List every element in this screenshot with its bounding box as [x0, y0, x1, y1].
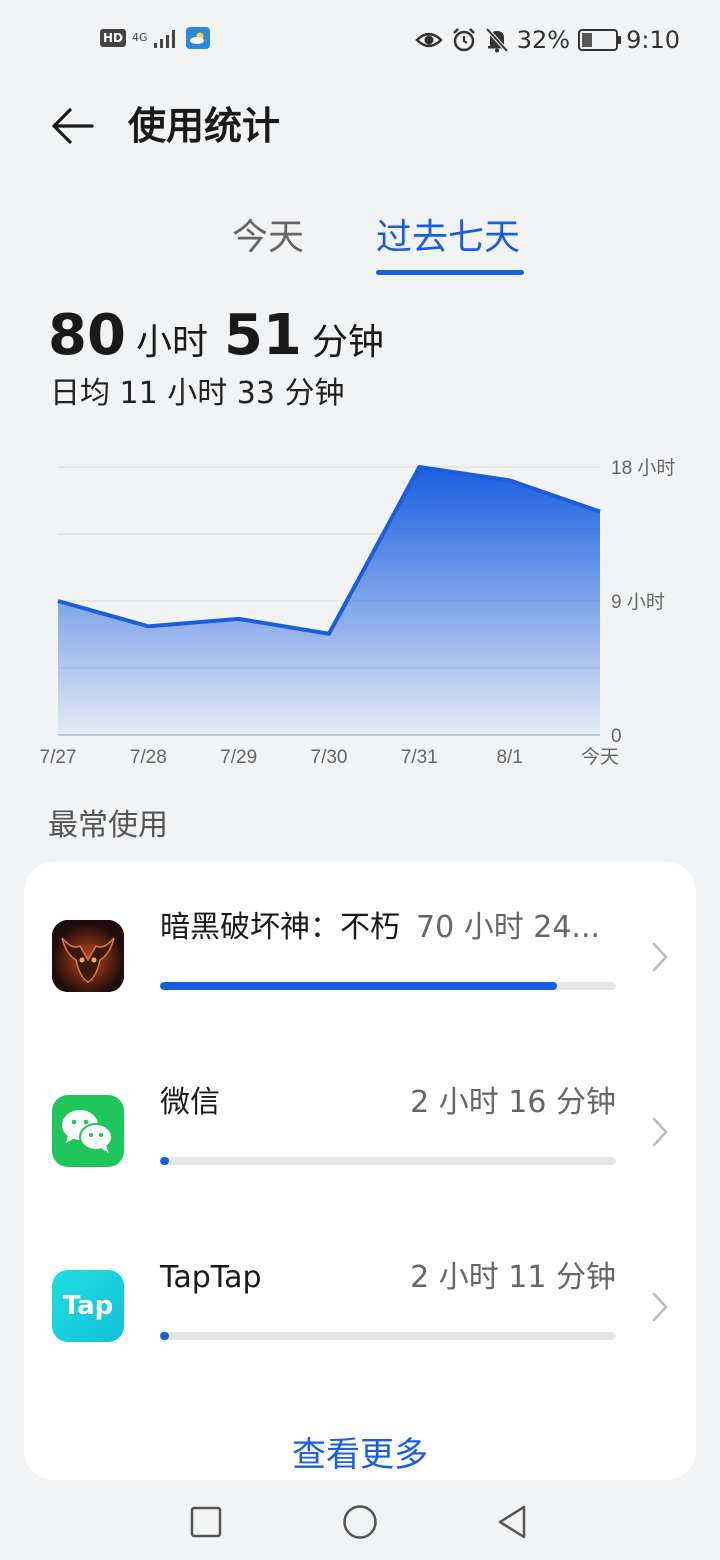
- back-triangle-icon[interactable]: [490, 1500, 534, 1544]
- battery-percent: 32%: [516, 26, 571, 54]
- daily-average: 日均 11 小时 33 分钟: [50, 376, 345, 411]
- app-usage-time: 2 小时 11 分钟: [410, 1260, 616, 1295]
- weather-icon: [185, 27, 210, 49]
- y-tick-label: 9 小时: [611, 591, 665, 613]
- app-row-taptap[interactable]: Tap TapTap 2 小时 11 分钟: [24, 1232, 696, 1392]
- app-row-wechat[interactable]: 微信 2 小时 16 分钟: [24, 1057, 696, 1217]
- taptap-icon: Tap: [52, 1270, 124, 1342]
- page-title: 使用统计: [128, 104, 281, 148]
- active-tab-indicator: [376, 270, 524, 275]
- app-name: TapTap: [160, 1260, 262, 1295]
- x-tick-label: 7/28: [130, 747, 167, 768]
- network-type: 4G: [132, 31, 148, 44]
- y-tick-label: 0: [611, 726, 622, 747]
- usage-progress-bar: [160, 982, 616, 990]
- chevron-right-icon: [650, 1290, 670, 1324]
- app-name: 暗黑破坏神：不朽: [160, 910, 400, 945]
- app-name: 微信: [160, 1085, 220, 1120]
- home-circle-icon[interactable]: [338, 1500, 382, 1544]
- wechat-icon: [52, 1095, 124, 1167]
- x-tick-label: 今天: [581, 746, 619, 768]
- period-tabs: 今天 过去七天: [0, 210, 720, 280]
- usage-statistics-screen: HD 4G 32% 9:10 使用统计 今天 过去七天 80 小时 51 分钟 …: [0, 0, 720, 1560]
- chevron-right-icon: [650, 1115, 670, 1149]
- most-used-title: 最常使用: [48, 808, 168, 843]
- x-tick-label: 7/29: [220, 747, 257, 768]
- chevron-right-icon: [650, 940, 670, 974]
- minutes-unit: 分钟: [311, 322, 384, 363]
- hd-badge: HD: [100, 29, 127, 47]
- usage-progress-bar: [160, 1332, 616, 1340]
- app-usage-time: 70 小时 24...: [416, 910, 601, 945]
- x-tick-label: 7/30: [311, 747, 348, 768]
- status-right: 32% 9:10: [414, 26, 680, 54]
- hours-unit: 小时: [135, 322, 208, 363]
- diablo-immortal-icon: [52, 920, 124, 992]
- battery-icon: [578, 29, 622, 51]
- usage-progress-fill: [160, 1332, 170, 1340]
- usage-progress-fill: [160, 1157, 170, 1165]
- y-tick-label: 18 小时: [611, 457, 675, 479]
- status-bar: HD 4G 32% 9:10: [0, 0, 720, 84]
- total-minutes: 51: [223, 303, 302, 368]
- app-row-diablo[interactable]: 暗黑破坏神：不朽 70 小时 24...: [24, 882, 696, 1042]
- battery-level: [582, 33, 592, 47]
- usage-progress-fill: [160, 982, 557, 990]
- tab-past-seven-days[interactable]: 过去七天: [376, 210, 520, 266]
- tab-today[interactable]: 今天: [232, 210, 304, 266]
- total-hours: 80: [48, 303, 126, 368]
- status-left: HD 4G: [100, 27, 210, 49]
- system-nav-bar: [0, 1480, 720, 1560]
- bell-off-icon: [485, 27, 509, 53]
- clock: 9:10: [626, 26, 680, 54]
- taptap-icon-text: Tap: [62, 1291, 114, 1321]
- recents-square-icon[interactable]: [184, 1500, 228, 1544]
- app-usage-time: 2 小时 16 分钟: [410, 1085, 616, 1120]
- total-usage: 80 小时 51 分钟: [48, 300, 390, 372]
- x-tick-label: 7/31: [401, 747, 438, 768]
- eye-icon: [414, 32, 443, 48]
- back-button[interactable]: [44, 102, 100, 150]
- x-tick-label: 8/1: [496, 747, 522, 768]
- usage-progress-bar: [160, 1157, 616, 1165]
- signal-icon: [153, 30, 175, 48]
- x-tick-label: 7/27: [40, 747, 77, 768]
- most-used-card: 暗黑破坏神：不朽 70 小时 24... 微信 2 小时 16 分钟 Tap T…: [24, 862, 696, 1480]
- alarm-icon: [452, 28, 475, 52]
- usage-chart: 18 小时 9 小时 0 7/27 7/28 7/29 7/30 7/31 8/1 今天: [0, 440, 720, 780]
- usage-area-chart: 18 小时 9 小时 0 7/27 7/28 7/29 7/30 7/31 8/1 今天: [40, 457, 676, 768]
- arrow-left-icon: [52, 108, 94, 144]
- app-header: 使用统计: [0, 84, 720, 168]
- see-more-link[interactable]: 查看更多: [24, 1432, 696, 1478]
